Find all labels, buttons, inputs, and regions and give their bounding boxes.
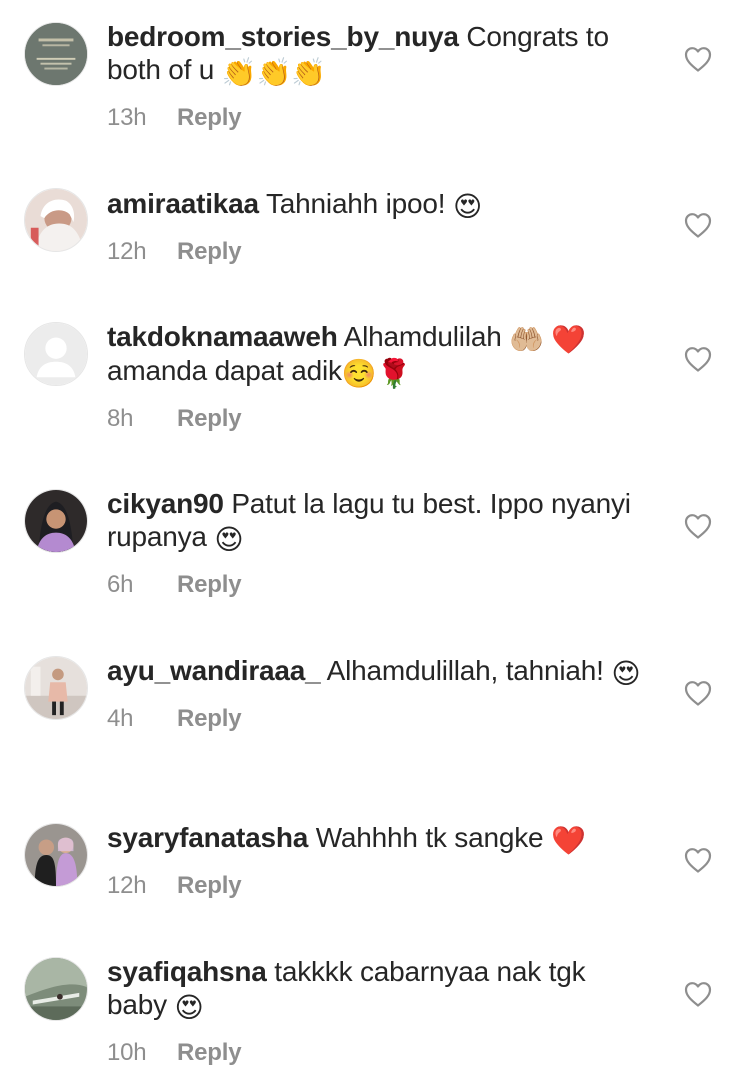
emoji: 👏👏👏 — [221, 57, 326, 88]
heart-outline-icon — [684, 982, 712, 1007]
photo-avatar-image — [25, 189, 87, 251]
like-button[interactable] — [684, 46, 712, 72]
like-button[interactable] — [684, 212, 712, 238]
like-button[interactable] — [684, 847, 712, 873]
reply-button[interactable]: Reply — [177, 571, 242, 598]
username[interactable]: bedroom_stories_by_nuya — [107, 21, 459, 52]
comment-meta: 12h Reply — [107, 237, 647, 267]
photo-avatar-image — [25, 490, 87, 552]
username[interactable]: takdoknamaaweh — [107, 321, 338, 352]
avatar[interactable] — [24, 823, 88, 887]
comment-text: Wahhhh tk sangke — [315, 822, 544, 853]
avatar[interactable] — [24, 489, 88, 553]
username[interactable]: amiraatikaa — [107, 188, 259, 219]
logo-avatar-image — [25, 23, 87, 85]
comment-text: Alhamdulillah, tahniah! — [326, 655, 604, 686]
timestamp: 12h — [107, 872, 147, 899]
comment-meta: 10h Reply — [107, 1038, 647, 1068]
reply-button[interactable]: Reply — [177, 872, 242, 899]
reply-button[interactable]: Reply — [177, 405, 242, 432]
timestamp: 12h — [107, 238, 147, 265]
heart-outline-icon — [684, 848, 712, 873]
emoji: 😍 — [452, 191, 482, 222]
heart-outline-icon — [684, 514, 712, 539]
photo-avatar-image — [25, 958, 87, 1020]
username[interactable]: syafiqahsna — [107, 956, 267, 987]
reply-button[interactable]: Reply — [177, 104, 242, 131]
avatar[interactable] — [24, 322, 88, 386]
reply-button[interactable]: Reply — [177, 705, 242, 732]
comment-meta: 6h Reply — [107, 570, 647, 600]
username[interactable]: cikyan90 — [107, 488, 224, 519]
comment-body: cikyan90 Patut la lagu tu best. Ippo nya… — [107, 487, 647, 600]
comment-body: ayu_wandiraaa_ Alhamdulillah, tahniah! 😍… — [107, 654, 647, 734]
comment-body: takdoknamaaweh Alhamdulilah 🤲🏼 ❤️ amanda… — [107, 320, 647, 434]
timestamp: 8h — [107, 405, 134, 432]
photo-avatar-image — [25, 824, 87, 886]
avatar[interactable] — [24, 957, 88, 1021]
like-button[interactable] — [684, 346, 712, 372]
emoji: 😍 — [611, 658, 641, 689]
heart-outline-icon — [684, 47, 712, 72]
comment-text: Alhamdulilah — [343, 321, 502, 352]
emoji: ☺️🌹 — [341, 358, 412, 389]
heart-outline-icon — [684, 347, 712, 372]
photo-avatar-image — [25, 657, 87, 719]
avatar[interactable] — [24, 22, 88, 86]
like-button[interactable] — [684, 981, 712, 1007]
username[interactable]: syaryfanatasha — [107, 822, 308, 853]
heart-outline-icon — [684, 681, 712, 706]
avatar[interactable] — [24, 656, 88, 720]
timestamp: 10h — [107, 1039, 147, 1066]
comment-body: bedroom_stories_by_nuya Congrats to both… — [107, 20, 647, 133]
comment-body: syaryfanatasha Wahhhh tk sangke ❤️ 12h Re… — [107, 821, 647, 901]
comment-meta: 12h Reply — [107, 871, 647, 901]
emoji: 😍 — [174, 992, 204, 1023]
reply-button[interactable]: Reply — [177, 238, 242, 265]
emoji: 😍 — [214, 524, 244, 555]
emoji: ❤️ — [550, 825, 586, 856]
comment-text-continued: amanda dapat adik — [107, 355, 342, 386]
comment-text: Tahniahh ipoo! — [266, 188, 446, 219]
timestamp: 6h — [107, 571, 134, 598]
comment-body: amiraatikaa Tahniahh ipoo! 😍 12h Reply — [107, 187, 647, 267]
comment-body: syafiqahsna takkkk cabarnyaa nak tgk bab… — [107, 955, 647, 1068]
username[interactable]: ayu_wandiraaa_ — [107, 655, 321, 686]
avatar[interactable] — [24, 188, 88, 252]
comment-meta: 4h Reply — [107, 704, 647, 734]
timestamp: 13h — [107, 104, 147, 131]
heart-outline-icon — [684, 213, 712, 238]
default-avatar-image — [25, 323, 87, 385]
reply-button[interactable]: Reply — [177, 1039, 242, 1066]
emoji: 🤲🏼 ❤️ — [509, 324, 587, 355]
like-button[interactable] — [684, 513, 712, 539]
comment-meta: 13h Reply — [107, 103, 647, 133]
like-button[interactable] — [684, 680, 712, 706]
timestamp: 4h — [107, 705, 134, 732]
comment-meta: 8h Reply — [107, 404, 647, 434]
